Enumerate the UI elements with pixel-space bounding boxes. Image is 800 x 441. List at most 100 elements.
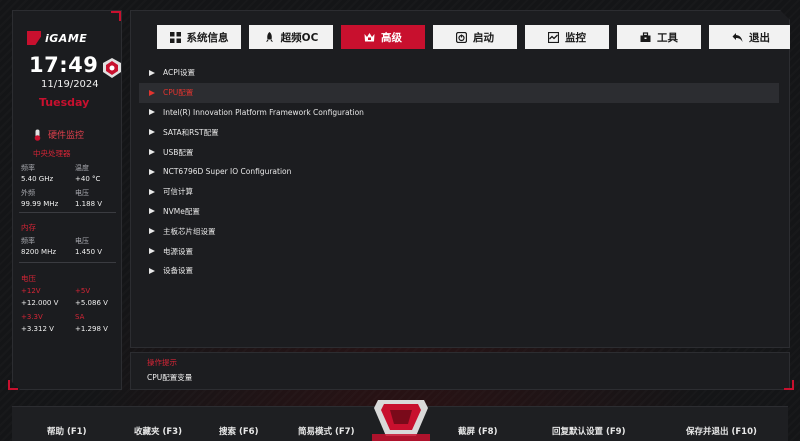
menu-item-devices[interactable]: 设备设置 [139,261,779,281]
advanced-menu: ACPI设置 CPU配置 Intel(R) Innovation Platfor… [139,63,779,281]
arrow-right-icon [149,109,155,115]
tab-label: 工具 [657,31,678,44]
arrow-right-icon [149,90,155,96]
clock-date: 11/19/2024 [41,79,99,90]
save-exit-button[interactable]: 保存并退出 (F10) [686,425,757,437]
menu-item-label: NCT6796D Super IO Configuration [163,167,292,177]
divider [19,212,116,213]
chart-icon [548,32,559,43]
menu-item-super-io[interactable]: NCT6796D Super IO Configuration [139,162,779,182]
tab-label: 高级 [381,31,402,44]
arrow-right-icon [149,208,155,214]
memory-volt-label: 电压 [75,237,89,245]
rocket-icon [264,32,275,43]
tab-exit[interactable]: 退出 [709,25,793,49]
help-text: CPU配置变量 [147,373,193,382]
menu-item-intel-ipf[interactable]: Intel(R) Innovation Platform Framework C… [139,103,779,123]
tab-system-info[interactable]: 系统信息 [157,25,241,49]
v12-label: +12V [21,287,41,295]
menu-item-label: Intel(R) Innovation Platform Framework C… [163,107,364,117]
menu-item-label: NVMe配置 [163,206,200,216]
menu-item-label: 主板芯片组设置 [163,226,216,236]
menu-item-trusted-computing[interactable]: 可信计算 [139,182,779,202]
arrow-right-icon [149,70,155,76]
cpu-volt-label: 电压 [75,189,89,197]
tab-overclock[interactable]: 超频OC [249,25,333,49]
divider [19,262,116,263]
cpu-section-label: 中央处理器 [33,149,71,158]
tab-monitor[interactable]: 监控 [525,25,609,49]
logo-mark-icon [27,31,41,45]
tab-label: 系统信息 [186,31,229,44]
v12-value: +12.000 V [21,299,59,307]
help-button[interactable]: 帮助 (F1) [47,425,86,437]
hardware-monitor-title: 硬件监控 [33,128,84,141]
tab-label: 监控 [565,31,586,44]
menu-item-chipset[interactable]: 主板芯片组设置 [139,221,779,241]
toolbox-icon [640,32,651,43]
v5-value: +5.086 V [75,299,108,307]
search-button[interactable]: 搜索 (F6) [219,425,258,437]
clock-time: 17:49 [29,53,99,77]
menu-item-label: 设备设置 [163,266,193,276]
menu-item-label: USB配置 [163,147,194,157]
arrow-right-icon [149,228,155,234]
igame-emblem-icon [372,400,430,441]
menu-item-label: 可信计算 [163,187,193,197]
cpu-temp-value: +40 °C [75,175,101,183]
logo-text: iGAME [45,31,88,45]
arrow-right-icon [149,189,155,195]
menu-item-label: CPU配置 [163,88,194,98]
tab-tools[interactable]: 工具 [617,25,701,49]
v33-label: +3.3V [21,313,43,321]
arrow-right-icon [149,268,155,274]
grid-icon [170,32,181,43]
corner-accent [8,380,18,390]
menu-item-label: SATA和RST配置 [163,127,219,137]
favorites-button[interactable]: 收藏夹 (F3) [134,425,182,437]
tab-label: 启动 [473,31,494,44]
power-icon [456,32,467,43]
cpu-bclk-value: 99.99 MHz [21,200,59,208]
arrow-right-icon [149,129,155,135]
v33-value: +3.312 V [21,325,54,333]
tab-advanced[interactable]: 高级 [341,25,425,49]
easy-mode-button[interactable]: 简易模式 (F7) [298,425,354,437]
menu-item-label: ACPI设置 [163,68,195,78]
tab-label: 超频OC [280,31,319,44]
menu-item-acpi[interactable]: ACPI设置 [139,63,779,83]
arrow-right-icon [149,248,155,254]
cpu-volt-value: 1.188 V [75,200,103,208]
memory-freq-value: 8200 MHz [21,248,57,256]
return-icon [732,32,743,43]
sa-label: SA [75,313,85,321]
menu-item-usb[interactable]: USB配置 [139,142,779,162]
menu-item-sata-rst[interactable]: SATA和RST配置 [139,122,779,142]
sa-value: +1.298 V [75,325,108,333]
corner-accent [784,380,794,390]
help-title: 操作提示 [147,358,177,367]
voltage-section-label: 电压 [21,274,36,283]
hardware-monitor-panel: iGAME 17:49 11/19/2024 Tuesday 硬件监控 中央处理… [12,10,122,390]
menu-item-cpu[interactable]: CPU配置 [139,83,779,103]
tab-bar: 系统信息 超频OC 高级 启动 监控 工具 退出 [157,25,793,49]
thermometer-icon [33,129,42,141]
load-defaults-button[interactable]: 回复默认设置 (F9) [552,425,625,437]
main-panel: 系统信息 超频OC 高级 启动 监控 工具 退出 ACPI设置 CPU配置 In… [130,10,790,348]
screenshot-button[interactable]: 截屏 (F8) [458,425,497,437]
arrow-right-icon [149,169,155,175]
arrow-right-icon [149,149,155,155]
cpu-freq-value: 5.40 GHz [21,175,54,183]
cpu-freq-label: 频率 [21,164,35,172]
memory-freq-label: 频率 [21,237,35,245]
help-panel: 操作提示 CPU配置变量 [130,352,790,390]
crown-icon [364,32,375,43]
menu-item-power[interactable]: 电源设置 [139,241,779,261]
hardware-monitor-label: 硬件监控 [48,131,85,141]
clock-weekday: Tuesday [39,96,90,109]
memory-section-label: 内存 [21,223,36,232]
mascot-icon [101,57,123,79]
v5-label: +5V [75,287,91,295]
tab-boot[interactable]: 启动 [433,25,517,49]
menu-item-nvme[interactable]: NVMe配置 [139,202,779,222]
